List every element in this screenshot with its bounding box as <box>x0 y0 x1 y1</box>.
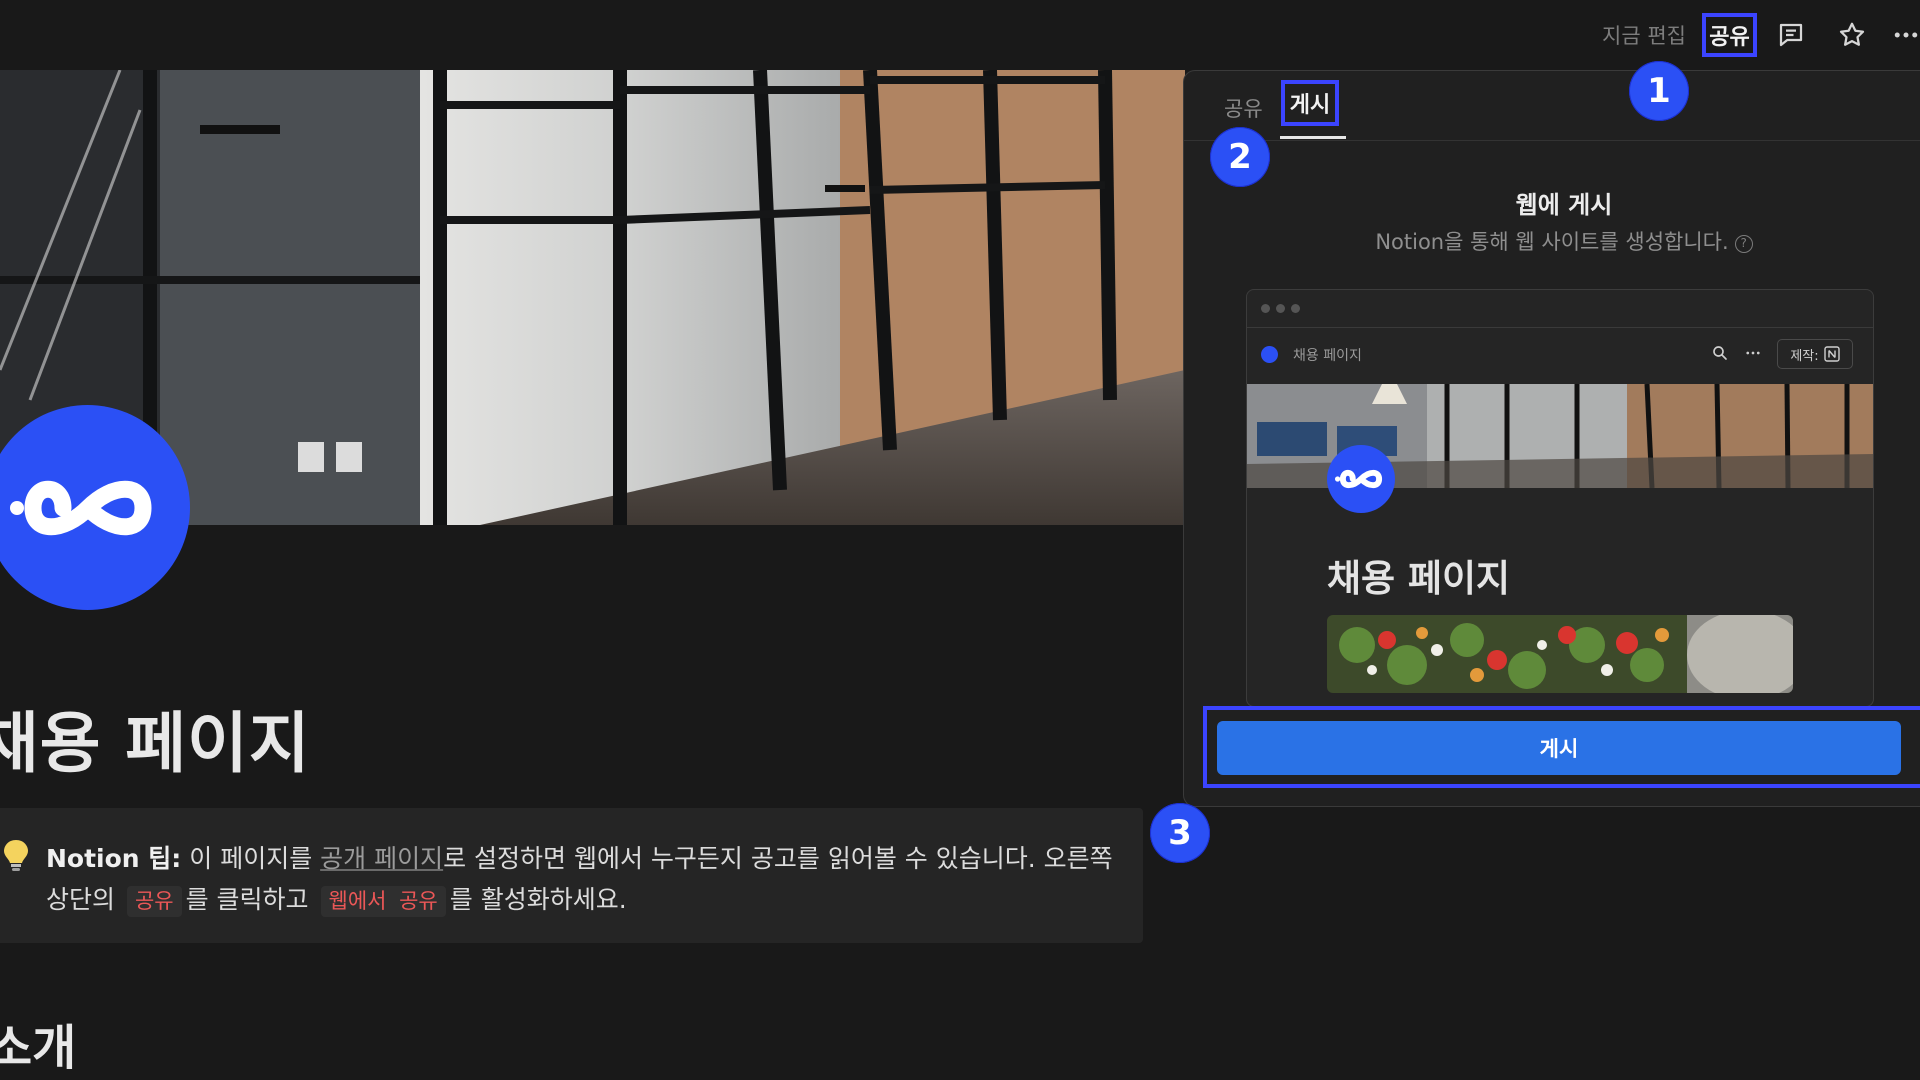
site-preview: 채용 페이지 제작: 채용 페이지 <box>1246 289 1874 707</box>
inline-code-share-to-web: 웹에서 공유 <box>320 886 446 917</box>
step-badge-3: 3 <box>1150 803 1210 863</box>
callout-text-part: 이 페이지를 <box>181 844 321 873</box>
share-button[interactable]: 공유 <box>1702 13 1757 57</box>
comment-icon[interactable] <box>1774 18 1808 52</box>
section-heading-intro[interactable]: 소개 <box>0 1008 76 1078</box>
callout-lead: Notion 팁: <box>46 844 182 873</box>
page-icon-logo[interactable] <box>0 405 190 610</box>
notion-logo-icon <box>1823 346 1840 362</box>
preview-header: 채용 페이지 제작: <box>1247 329 1873 379</box>
step-badge-2: 2 <box>1210 127 1270 187</box>
notion-page-screen: 지금 편집 공유 채용 페이지 Notion 팁: 이 페이지를 공개 페이지로… <box>0 0 1920 1080</box>
preview-food-image <box>1327 615 1793 693</box>
cover-image <box>0 70 1185 525</box>
made-with-badge: 제작: <box>1777 339 1853 369</box>
window-dot <box>1276 304 1285 313</box>
search-icon <box>1709 342 1731 364</box>
edited-status: 지금 편집 <box>1602 24 1686 48</box>
help-icon[interactable]: ? <box>1734 235 1753 253</box>
panel-tabs: 공유 게시 <box>1184 71 1920 141</box>
tab-share[interactable]: 공유 <box>1224 93 1263 123</box>
lightbulb-icon <box>4 840 28 871</box>
window-dot <box>1261 304 1270 313</box>
top-bar: 지금 편집 공유 <box>0 0 1920 70</box>
tab-publish[interactable]: 게시 <box>1281 80 1339 126</box>
preview-window-chrome <box>1247 290 1873 328</box>
preview-page-name: 채용 페이지 <box>1293 348 1362 364</box>
callout-text-part: 를 활성화하세요. <box>449 885 627 914</box>
step-badge-1: 1 <box>1629 61 1689 121</box>
more-icon <box>1742 342 1764 364</box>
callout-text-part: 를 클릭하고 <box>185 885 317 914</box>
preview-page-title: 채용 페이지 <box>1327 557 1511 600</box>
star-icon[interactable] <box>1835 18 1869 52</box>
made-with-label: 제작: <box>1790 348 1819 364</box>
more-icon[interactable] <box>1889 18 1920 52</box>
infinity-logo-icon <box>1334 469 1383 489</box>
public-page-link[interactable]: 공개 페이지 <box>320 844 443 873</box>
inline-code-share: 공유 <box>126 886 182 917</box>
publish-button[interactable]: 게시 <box>1217 721 1901 775</box>
page-title[interactable]: 채용 페이지 <box>0 690 311 786</box>
salad-photo <box>1327 615 1793 693</box>
publish-description: Notion을 통해 웹 사이트를 생성합니다. <box>1375 230 1729 254</box>
preview-page-logo <box>1327 445 1395 513</box>
tip-callout: Notion 팁: 이 페이지를 공개 페이지로 설정하면 웹에서 누구든지 공… <box>0 808 1143 943</box>
publish-description-row: Notion을 통해 웹 사이트를 생성합니다.? <box>1184 226 1920 256</box>
preview-mini-logo <box>1261 346 1278 363</box>
publish-heading: 웹에 게시 <box>1515 191 1613 219</box>
infinity-logo-icon <box>9 480 152 535</box>
share-publish-panel: 공유 게시 웹에 게시 Notion을 통해 웹 사이트를 생성합니다.? 채용… <box>1183 70 1920 807</box>
office-corridor-photo <box>0 70 1185 525</box>
callout-text: Notion 팁: 이 페이지를 공개 페이지로 설정하면 웹에서 누구든지 공… <box>46 838 1116 920</box>
active-tab-indicator <box>1280 136 1346 139</box>
window-dot <box>1291 304 1300 313</box>
